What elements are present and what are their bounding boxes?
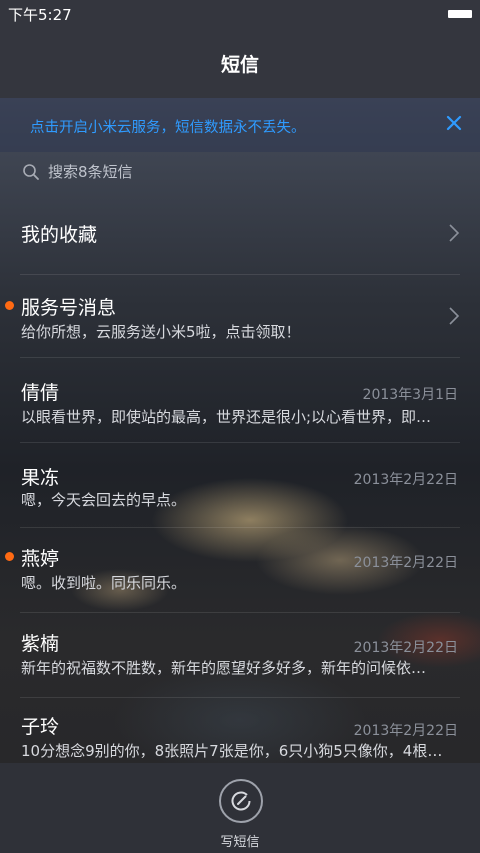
conversation-item[interactable]: 子玲 2013年2月22日 10分想念9别的你，8张照片7张是你，6只小狗5只像…	[0, 698, 480, 764]
message-preview: 嗯，今天会回去的早点。	[21, 491, 187, 509]
message-preview: 嗯。收到啦。同乐同乐。	[21, 574, 187, 592]
conversation-item[interactable]: 倩倩 2013年3月1日 以眼看世界，即使站的最高，世界还是很小;以心看世界，即…	[0, 358, 480, 442]
title-bar: 短信	[0, 26, 480, 98]
search-input[interactable]	[48, 160, 348, 184]
message-date: 2013年2月22日	[353, 723, 458, 739]
contact-name: 燕婷	[21, 548, 60, 570]
banner-text[interactable]: 点击开启小米云服务，短信数据永不丢失。	[30, 116, 306, 137]
bottom-bar: 写短信	[0, 763, 480, 853]
status-bar: 下午5:27	[0, 0, 480, 26]
search-icon	[22, 163, 40, 185]
favorites-label: 我的收藏	[21, 224, 98, 246]
message-date: 2013年2月22日	[353, 472, 458, 488]
status-time: 下午5:27	[8, 6, 72, 24]
contact-name: 倩倩	[21, 382, 60, 404]
unread-dot	[5, 552, 14, 561]
message-preview: 新年的祝福数不胜数，新年的愿望好多好多，新年的问候依…	[21, 659, 427, 677]
page-title: 短信	[220, 54, 259, 76]
message-preview: 10分想念9别的你，8张照片7张是你，6只小狗5只像你，4根…	[21, 742, 443, 760]
contact-name: 紫楠	[21, 633, 60, 655]
contact-name: 果冻	[21, 467, 60, 489]
compose-icon	[228, 788, 254, 818]
message-preview: 以眼看世界，即使站的最高，世界还是很小;以心看世界，即…	[21, 408, 432, 426]
conversation-item[interactable]: 紫楠 2013年2月22日 新年的祝福数不胜数，新年的愿望好多好多，新年的问候依…	[0, 613, 480, 697]
battery-icon	[448, 10, 472, 18]
message-preview: 给你所想，云服务送小米5啦，点击领取！	[21, 323, 301, 341]
contact-name: 服务号消息	[21, 297, 117, 319]
compose-button[interactable]	[219, 779, 263, 823]
compose-label[interactable]: 写短信	[0, 831, 480, 850]
message-date: 2013年2月22日	[353, 555, 458, 571]
message-date: 2013年3月1日	[362, 387, 458, 403]
chevron-right-icon	[448, 223, 460, 243]
unread-dot	[5, 301, 14, 310]
favorites-row[interactable]: 我的收藏	[0, 192, 480, 274]
contact-name: 子玲	[21, 716, 60, 738]
conversation-item[interactable]: 果冻 2013年2月22日 嗯，今天会回去的早点。	[0, 443, 480, 527]
close-icon[interactable]	[442, 111, 466, 135]
conversation-item[interactable]: 燕婷 2013年2月22日 嗯。收到啦。同乐同乐。	[0, 528, 480, 612]
conversation-item[interactable]: 服务号消息 给你所想，云服务送小米5啦，点击领取！	[0, 275, 480, 357]
message-date: 2013年2月22日	[353, 640, 458, 656]
cloud-backup-banner[interactable]: 点击开启小米云服务，短信数据永不丢失。	[0, 98, 480, 152]
search-bar[interactable]	[0, 152, 480, 192]
